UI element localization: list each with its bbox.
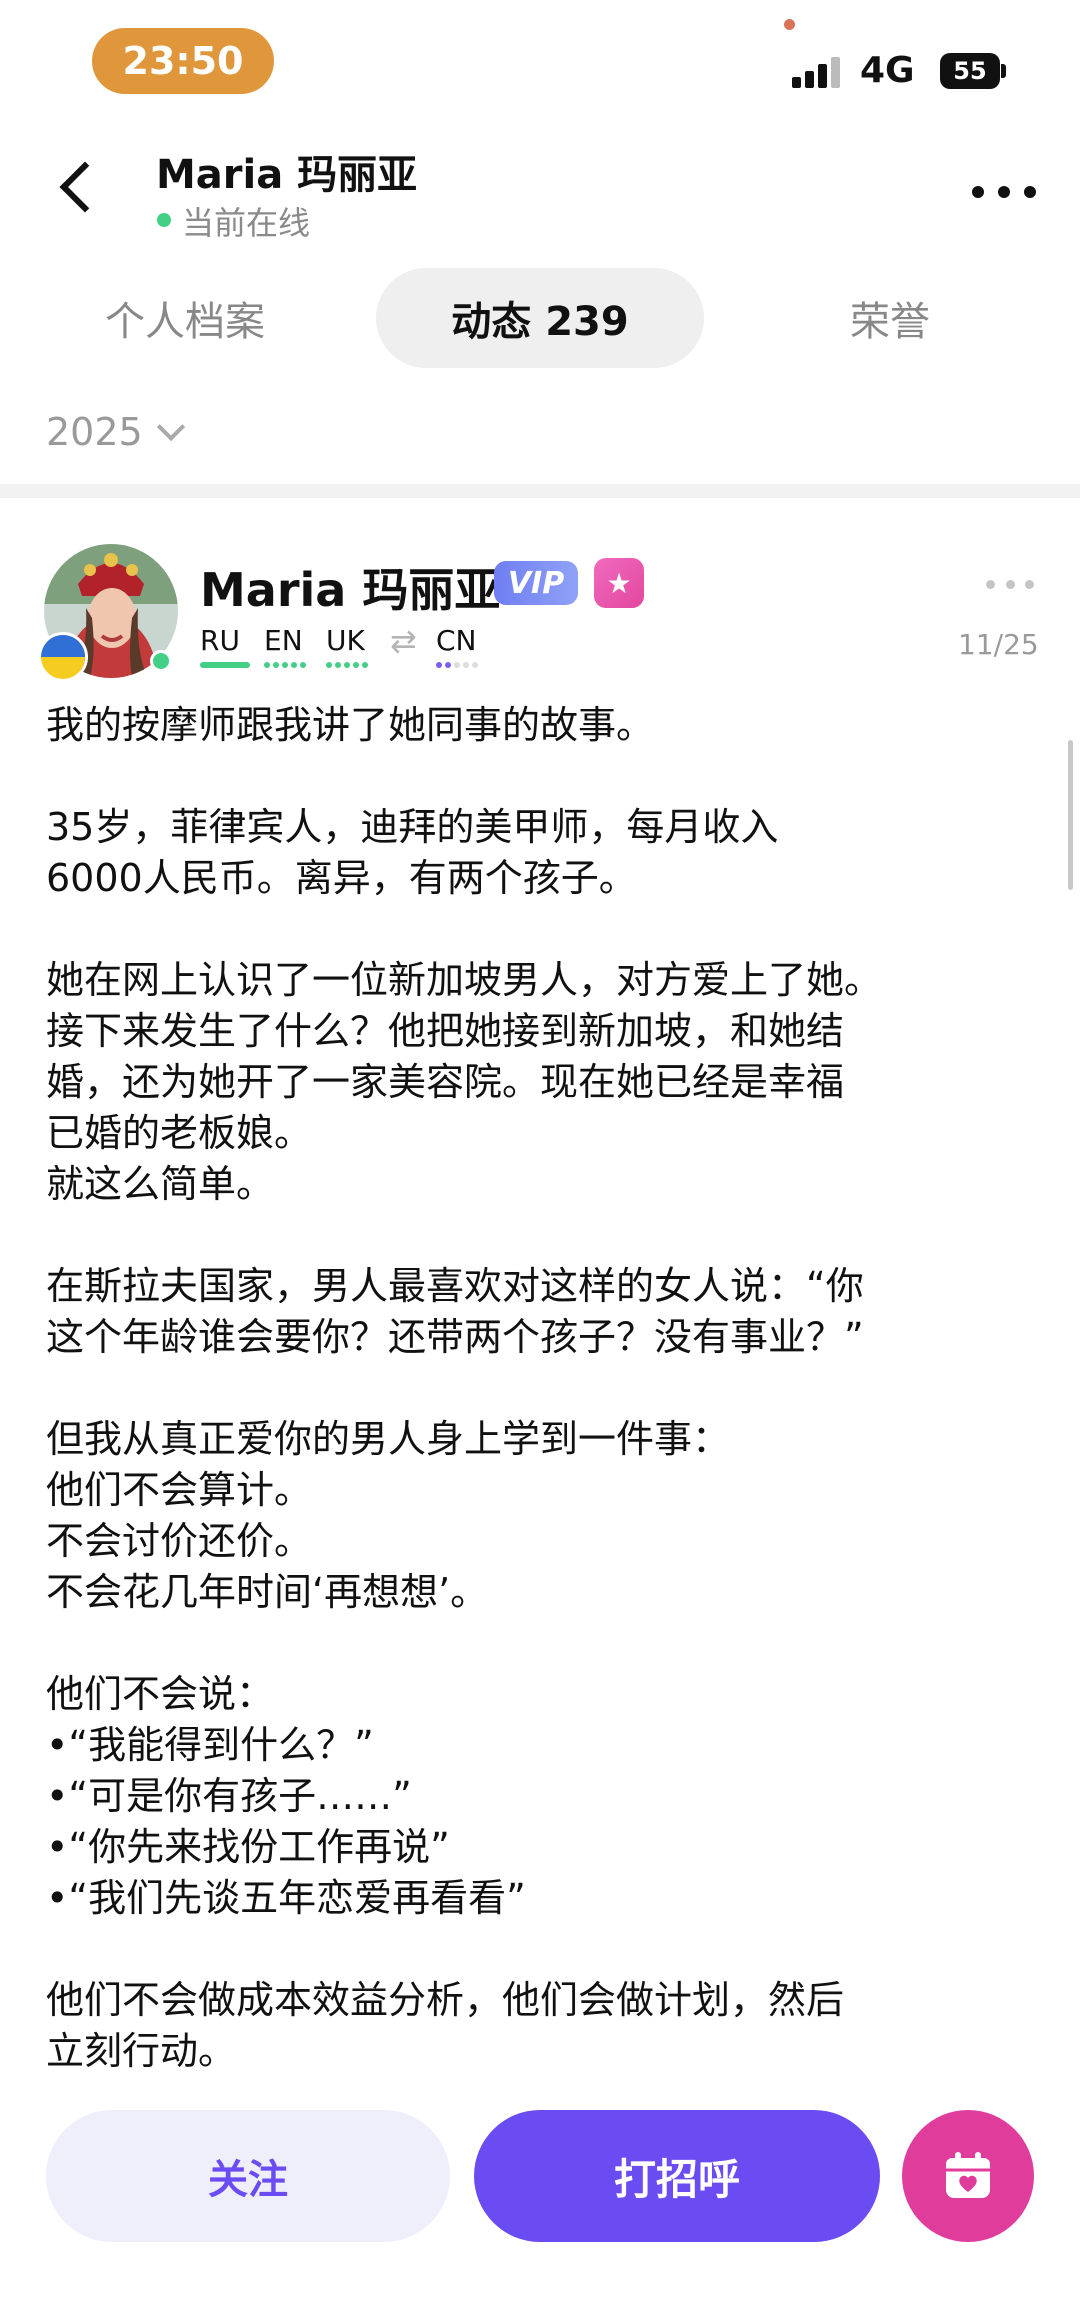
post-line: •“我能得到什么？”: [46, 1723, 374, 1767]
post-line: 在斯拉夫国家，男人最喜欢对这样的女人说：“你: [46, 1264, 864, 1308]
post-line: •“可是你有孩子……”: [46, 1774, 412, 1818]
post-line: 他们不会做成本效益分析，他们会做计划，然后: [46, 1978, 845, 2022]
post-author-name[interactable]: Maria 玛丽亚: [200, 554, 500, 620]
calendar-heart-icon: [946, 2152, 990, 2198]
more-dot-icon: [986, 580, 995, 589]
language-code: RU: [200, 624, 240, 657]
post-body: 我的按摩师跟我讲了她同事的故事。 35岁，菲律宾人，迪拜的美甲师，每月收入 60…: [46, 700, 1046, 2120]
battery-tip: [1001, 64, 1006, 78]
signal-icon: [792, 56, 842, 88]
online-status-text: 当前在线: [182, 204, 311, 242]
network-type: 4G: [860, 50, 915, 91]
language-level-bar: [264, 662, 306, 668]
post-line: 接下来发生了什么？他把她接到新加坡，和她结: [46, 1009, 845, 1053]
year-label: 2025: [46, 410, 143, 454]
post-line: 不会讨价还价。: [46, 1519, 313, 1563]
language-level-bar: [326, 662, 368, 668]
tab-honors[interactable]: 荣誉: [800, 268, 980, 368]
year-filter[interactable]: 2025: [46, 410, 185, 454]
more-dot-icon: [1024, 186, 1036, 198]
online-status-dot: [157, 213, 171, 227]
more-dot-icon: [972, 186, 984, 198]
language-level-bar: [200, 662, 250, 668]
post-line: [46, 1210, 1046, 1261]
battery-level: 55: [953, 57, 987, 85]
post-line: 35岁，菲律宾人，迪拜的美甲师，每月收入: [46, 805, 779, 849]
language-code: CN: [436, 624, 477, 657]
more-dot-icon: [1005, 580, 1015, 589]
post-date: 11/25: [958, 628, 1039, 661]
post-line: 但我从真正爱你的男人身上学到一件事：: [46, 1417, 731, 1461]
post-line: 不会花几年时间‘再想想’。: [46, 1570, 489, 1614]
camera-indicator-dot: [784, 19, 795, 30]
more-dot-icon: [998, 186, 1010, 198]
section-divider: [0, 484, 1080, 498]
calendar-button[interactable]: [902, 2110, 1034, 2242]
chevron-left-icon: [59, 161, 111, 213]
battery-icon: 55: [940, 53, 1000, 89]
post-line: 他们不会说：: [46, 1672, 275, 1716]
language-code: EN: [264, 624, 303, 657]
post-line: 婚，还为她开了一家美容院。现在她已经是幸福: [46, 1060, 845, 1104]
tab-profile[interactable]: 个人档案: [70, 268, 300, 368]
status-bar: 23:50 4G 55: [0, 0, 1080, 120]
post-line: •“我们先谈五年恋爱再看看”: [46, 1876, 526, 1920]
post-line: 这个年龄谁会要你？还带两个孩子？没有事业？”: [46, 1315, 864, 1359]
post-line: 我的按摩师跟我讲了她同事的故事。: [46, 703, 655, 747]
post-line: 6000人民币。离异，有两个孩子。: [46, 856, 637, 900]
status-time: 23:50: [92, 28, 274, 94]
swap-arrows-icon: ⇄: [390, 622, 417, 660]
post-more-button[interactable]: [986, 580, 1034, 590]
ukraine-flag-icon: [38, 632, 88, 682]
star-badge-icon: ★: [594, 558, 644, 608]
profile-tabs: 个人档案 动态 239 荣誉: [0, 268, 1080, 368]
post-line: [46, 751, 1046, 802]
avatar-online-dot: [150, 650, 172, 672]
header-title: Maria 玛丽亚: [156, 152, 418, 198]
post-line: [46, 1363, 1046, 1414]
post-line: [46, 1924, 1046, 1975]
follow-button[interactable]: 关注: [46, 2110, 450, 2242]
profile-header: Maria 玛丽亚 当前在线: [0, 130, 1080, 250]
post-line: [46, 904, 1046, 955]
post-line: 她在网上认识了一位新加坡男人，对方爱上了她。: [46, 958, 883, 1002]
greet-button[interactable]: 打招呼: [474, 2110, 880, 2242]
chevron-down-icon: [156, 412, 185, 442]
post-line: 他们不会算计。: [46, 1468, 313, 1512]
language-code: UK: [326, 624, 365, 657]
post-line: 立刻行动。: [46, 2029, 237, 2073]
tab-feed[interactable]: 动态 239: [376, 268, 704, 368]
post-line: •“你先来找份工作再说”: [46, 1825, 450, 1869]
vip-badge: VIP: [494, 561, 578, 605]
back-button[interactable]: [48, 152, 111, 222]
post-line: 就这么简单。: [46, 1162, 275, 1206]
more-options-button[interactable]: [972, 182, 1036, 202]
language-level-bar: [436, 662, 478, 668]
post-line: [46, 1618, 1046, 1669]
post-line: 已婚的老板娘。: [46, 1111, 313, 1155]
more-dot-icon: [1025, 580, 1034, 589]
scrollbar[interactable]: [1068, 740, 1073, 890]
